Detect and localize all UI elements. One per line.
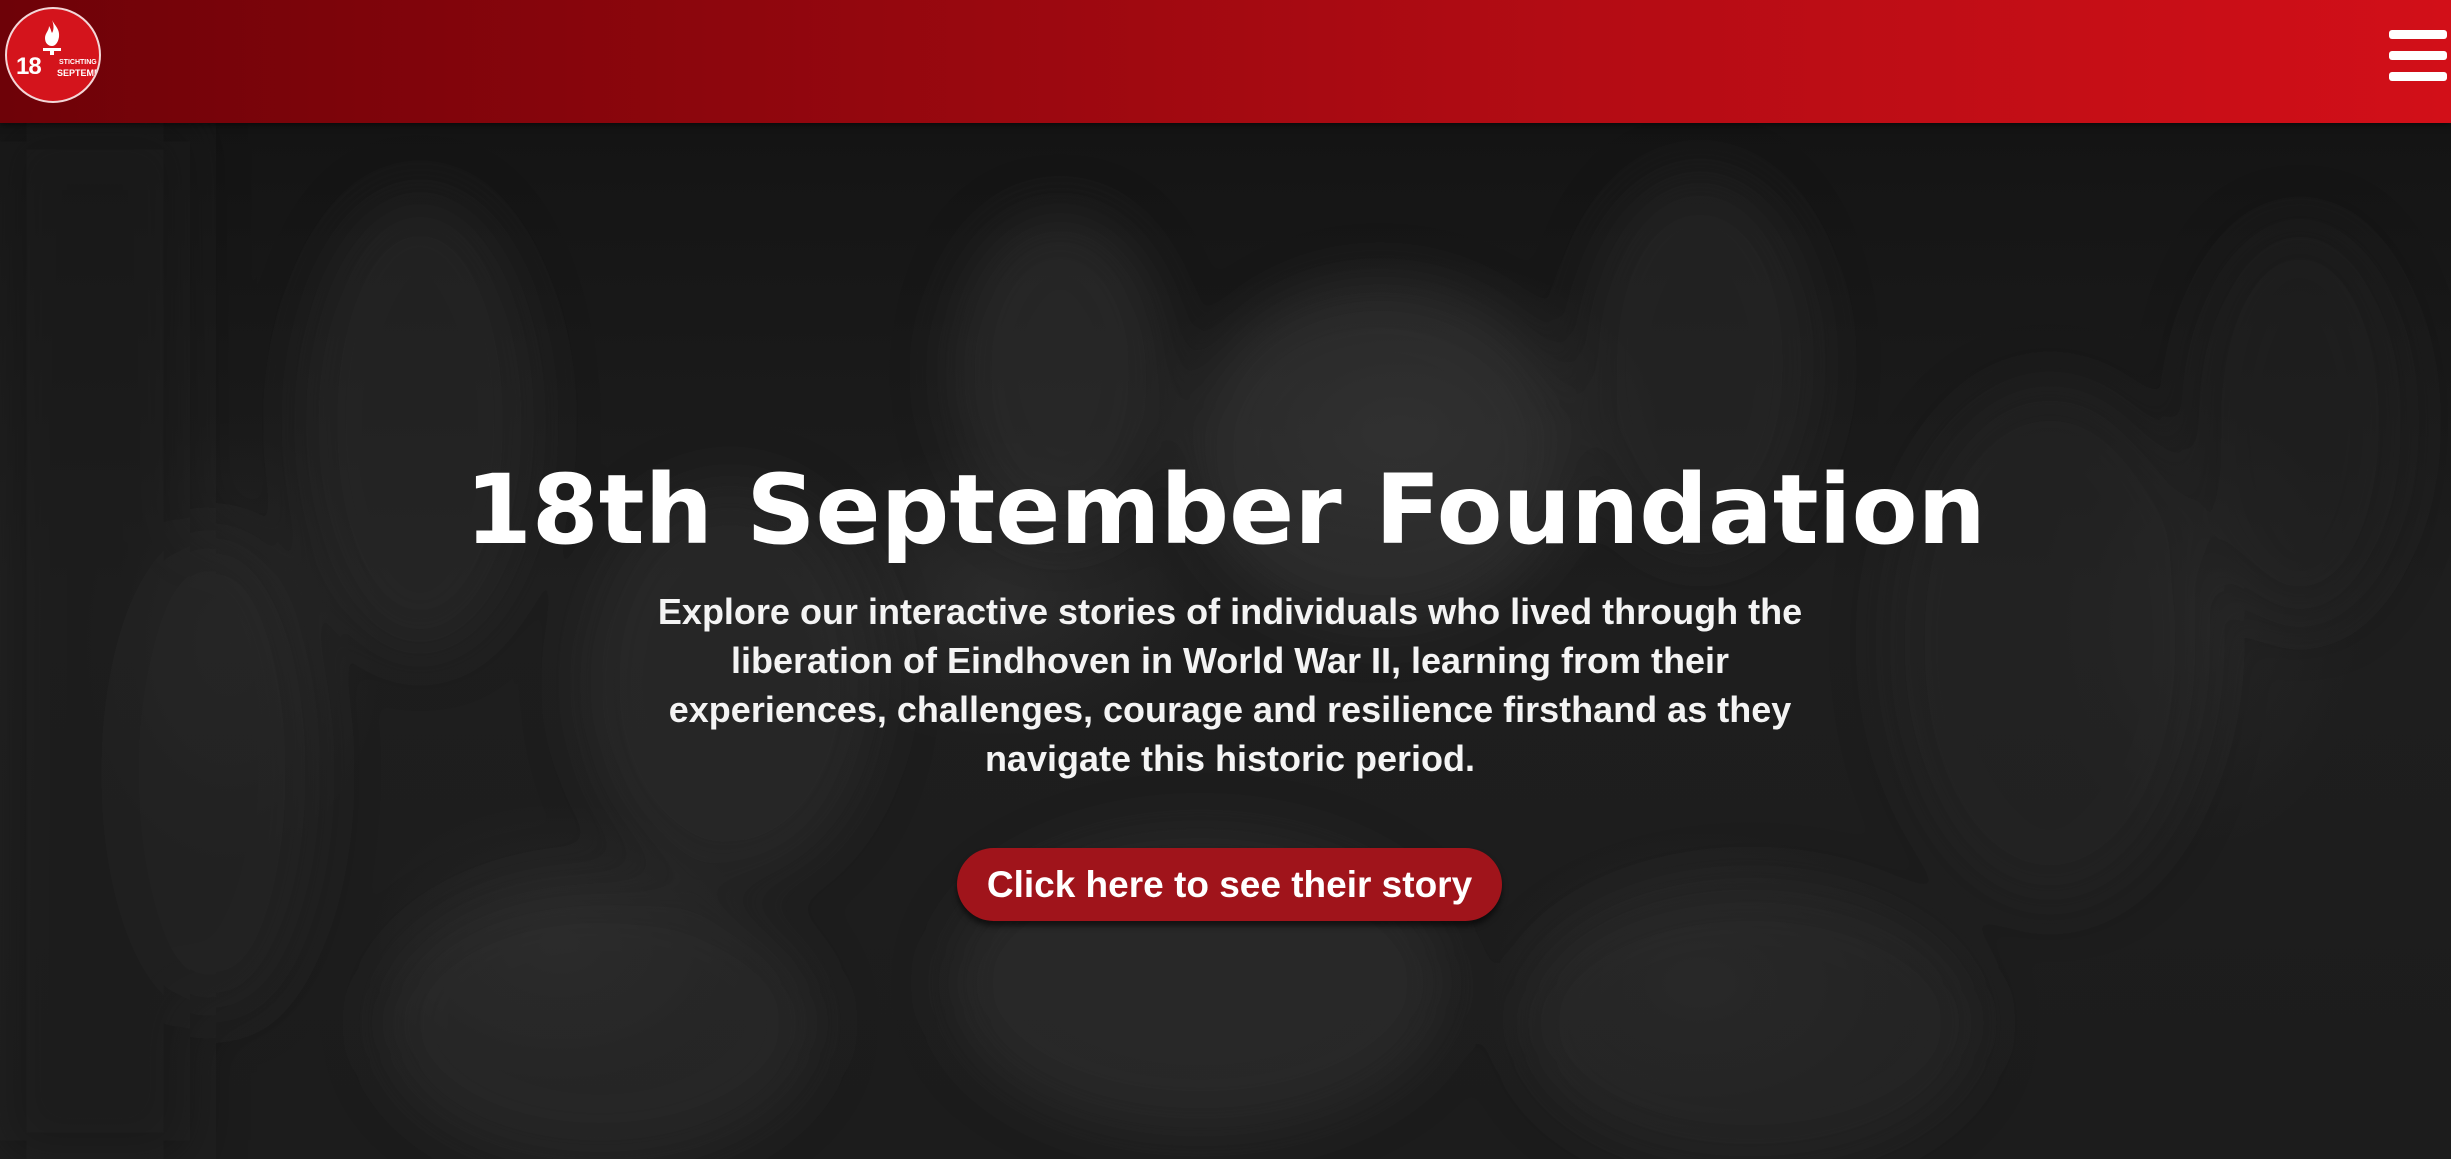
- hero-content: 18th September Foundation Explore our in…: [0, 123, 2451, 1159]
- hero-description: Explore our interactive stories of indiv…: [657, 591, 1803, 779]
- logo-text-line2: SEPTEMBER: [57, 68, 101, 78]
- hero-section: 18th September Foundation Explore our in…: [0, 123, 2451, 1159]
- see-their-story-button[interactable]: Click here to see their story: [957, 848, 1502, 921]
- page-title: 18th September Foundation: [465, 454, 1986, 566]
- foundation-logo[interactable]: 18 STICHTING SEPTEMBER: [5, 7, 101, 103]
- site-header: 18 STICHTING SEPTEMBER: [0, 0, 2451, 123]
- logo-number: 18: [16, 53, 42, 80]
- menu-bar: [2389, 51, 2447, 60]
- logo-text-line1: STICHTING: [59, 59, 97, 66]
- hamburger-menu-icon[interactable]: [2389, 30, 2447, 82]
- menu-bar: [2389, 72, 2447, 81]
- flame-icon: [43, 20, 61, 55]
- menu-bar: [2389, 30, 2447, 39]
